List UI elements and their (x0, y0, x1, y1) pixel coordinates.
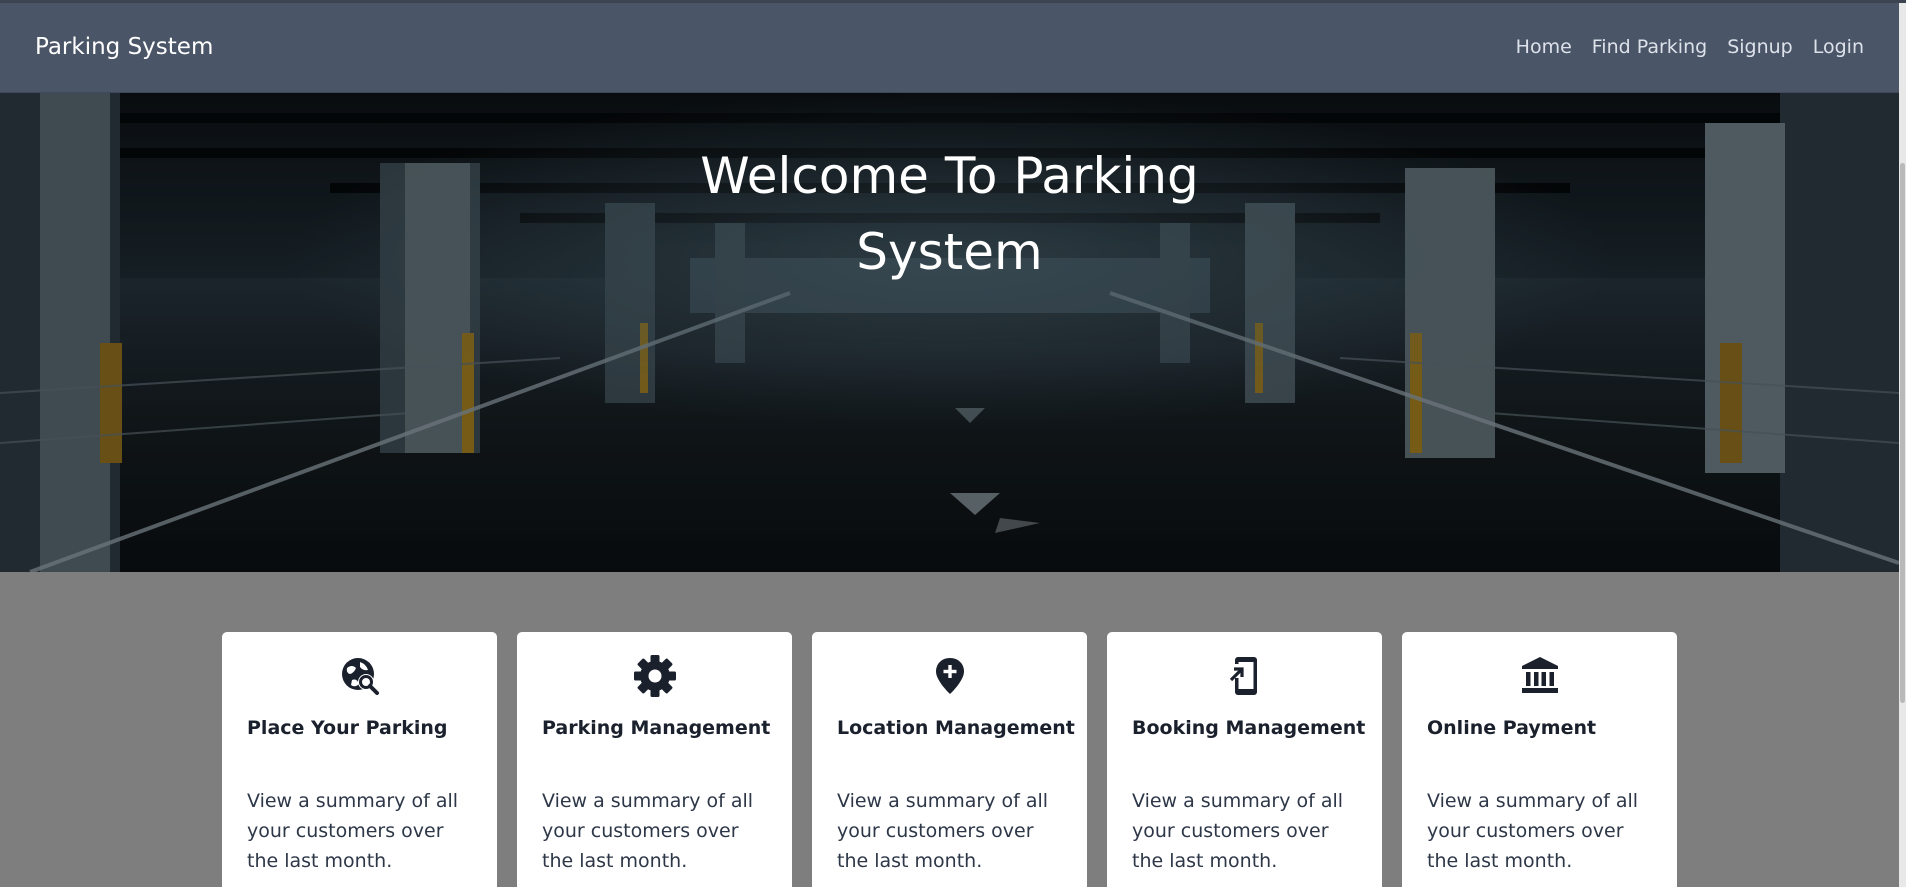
card-description: View a summary of all your customers ove… (1132, 790, 1344, 872)
location-pin-plus-icon (935, 658, 964, 694)
feature-card-online-payment: Online Payment View a summary of all you… (1402, 632, 1677, 887)
card-description: View a summary of all your customers ove… (247, 790, 459, 872)
hero-title-line-2: System (856, 223, 1043, 281)
nav-link-login[interactable]: Login (1813, 38, 1864, 57)
hero-title: Welcome To Parking System (0, 138, 1899, 290)
feature-cards: Place Your Parking View a summary of all… (222, 632, 1677, 887)
nav-link-home[interactable]: Home (1516, 38, 1572, 57)
nav-links: Home Find Parking Signup Login (1516, 38, 1864, 57)
card-description: View a summary of all your customers ove… (837, 790, 1049, 872)
hero-banner: Welcome To Parking System (0, 93, 1899, 572)
page: Parking System Home Find Parking Signup … (0, 0, 1906, 887)
bank-icon (1521, 657, 1558, 693)
globe-search-icon (341, 658, 379, 695)
card-title: Place Your Parking (247, 717, 448, 739)
hero-title-line-1: Welcome To Parking (700, 147, 1199, 205)
card-description: View a summary of all your customers ove… (542, 790, 754, 872)
nav-link-find-parking[interactable]: Find Parking (1592, 38, 1707, 57)
feature-card-booking-management: Booking Management View a summary of all… (1107, 632, 1382, 887)
scrollbar-thumb[interactable] (1900, 163, 1905, 703)
card-title: Booking Management (1132, 717, 1366, 739)
card-title: Parking Management (542, 717, 771, 739)
feature-card-place-your-parking: Place Your Parking View a summary of all… (222, 632, 497, 887)
card-title: Online Payment (1427, 717, 1597, 739)
card-description: View a summary of all your customers ove… (1427, 790, 1639, 872)
navbar: Parking System Home Find Parking Signup … (0, 3, 1899, 93)
card-title: Location Management (837, 717, 1075, 739)
page-scrollbar[interactable] (1899, 3, 1906, 887)
nav-link-signup[interactable]: Signup (1727, 38, 1793, 57)
gear-icon (633, 655, 676, 697)
mobile-booking-icon (1229, 657, 1257, 695)
brand-link[interactable]: Parking System (35, 36, 213, 59)
feature-card-location-management: Location Management View a summary of al… (812, 632, 1087, 887)
feature-card-parking-management: Parking Management View a summary of all… (517, 632, 792, 887)
